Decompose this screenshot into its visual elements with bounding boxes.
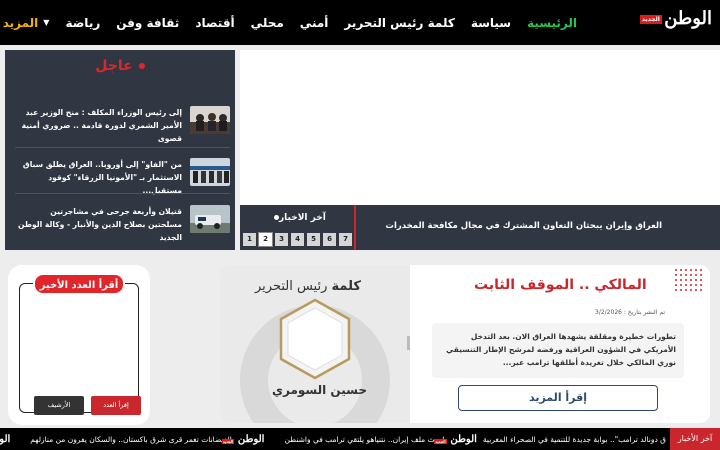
archive-button[interactable]: الأرشيف	[34, 396, 84, 415]
breaking-item[interactable]: إلى رئيس الوزراء المكلف : منح الوزير عبد…	[15, 106, 230, 143]
nav-item-security[interactable]: أمني	[292, 16, 337, 30]
dot-pattern-icon	[675, 269, 702, 291]
nav-item-home[interactable]: الرئيسية	[519, 16, 585, 30]
ticker-item[interactable]: ق دونالد ترامب".. بوابة جديدة للتنمية في…	[479, 435, 670, 444]
breaking-item[interactable]: من "الفاو" إلى أوروبا.. العراق يطلق سباق…	[15, 158, 230, 195]
ticker-logo-text: الوطن	[0, 433, 11, 445]
article-excerpt: تطورات خطيرة ومقلقة يشهدها العراق الان. …	[446, 332, 676, 367]
nav-item-politics[interactable]: سياسة	[463, 16, 519, 30]
bottom-news-ticker: آخر الأخبار ق دونالد ترامب".. بوابة جديد…	[0, 428, 720, 450]
logo-tag: الجديد	[221, 438, 235, 444]
logo-wordmark: الوطن	[664, 8, 712, 29]
top-navbar: الوطن الجديد الرئيسية سياسة كلمة رئيس ال…	[0, 0, 720, 45]
ticker-item[interactable]: لبحث ملف إيران.. نتنياهو يلتقي ترامب في …	[266, 435, 448, 444]
ticker-item[interactable]: الفيضانات تغمر قرى شرق باكستان.. والسكان…	[12, 435, 236, 444]
breaking-heading: عاجل	[5, 58, 235, 74]
latest-news-label-text: آخر الاخبار	[279, 213, 326, 223]
breaking-item-text: إلى رئيس الوزراء المكلف : منح الوزير عبد…	[21, 108, 182, 143]
editor-name: حسين السومري	[272, 383, 367, 397]
hero-slider[interactable]	[240, 50, 720, 205]
logo-tag: الجديد	[434, 438, 447, 444]
news-thumbnail-image	[190, 106, 230, 134]
ticker-logo: الوطن الجديد	[434, 433, 479, 445]
ticker-logo-text: الوطن	[237, 433, 265, 445]
ticker-logo: الوطن الجديد	[221, 433, 267, 445]
page-button-2[interactable]: 2	[258, 232, 273, 247]
news-thumbnail-image	[190, 205, 230, 233]
nav-item-local[interactable]: محلي	[243, 16, 292, 30]
latest-news-label: آخر الاخبار	[270, 213, 326, 223]
page-button-3[interactable]: 3	[275, 233, 288, 246]
breaking-title: عاجل	[95, 58, 133, 74]
nav-more-label: المزيد	[2, 15, 39, 30]
page-button-4[interactable]: 4	[291, 233, 304, 246]
ticker-logo-text: الوطن	[450, 433, 477, 445]
breaking-news-panel: عاجل إلى رئيس الوزراء المكلف : منح الوزي…	[5, 50, 235, 250]
ticker-row: ق دونالد ترامب".. بوابة جديدة للتنمية في…	[0, 428, 670, 450]
latest-news-bar: آخر الاخبار 1 2 3 4 5 6 7 العراق وإيران …	[240, 205, 720, 250]
latest-issue-card: أقرأ العدد الأخير إقرأ العدد الأرشيف	[8, 265, 150, 425]
ticker-logo: الوطن	[0, 434, 12, 445]
news-thumbnail-image	[190, 158, 230, 186]
editor-avatar-frame	[279, 298, 351, 380]
divider	[15, 147, 230, 148]
nav-item-economy[interactable]: أقتصاد	[187, 16, 242, 30]
nav-item-more[interactable]: المزيد ▼	[0, 16, 57, 30]
page-button-1[interactable]: 1	[243, 233, 256, 246]
ticker-track: ق دونالد ترامب".. بوابة جديدة للتنمية في…	[0, 428, 670, 450]
nav-item-sports[interactable]: رياضة	[57, 16, 108, 30]
page-button-7[interactable]: 7	[339, 233, 352, 246]
divider	[15, 193, 230, 194]
logo-tag: الجديد	[640, 15, 662, 24]
editor-section-heading: كلمة رئيس التحرير	[255, 279, 361, 294]
read-issue-button[interactable]: إقرأ العدد	[91, 396, 141, 415]
article-excerpt-box: تطورات خطيرة ومقلقة يشهدها العراق الان. …	[432, 323, 684, 378]
page-button-6[interactable]: 6	[323, 233, 336, 246]
chevron-down-icon: ▼	[43, 18, 50, 27]
nav-menu: الرئيسية سياسة كلمة رئيس التحرير أمني مح…	[0, 0, 585, 45]
nav-item-culture[interactable]: ثقافة وفن	[108, 16, 187, 30]
breaking-item[interactable]: قتيلان وأربعة جرحى في مشاجرتين مسلحتين ب…	[15, 205, 230, 242]
ticker-label: آخر الأخبار	[670, 428, 720, 450]
issue-cover-frame	[19, 283, 139, 413]
editor-heading-rest: رئيس التحرير	[255, 279, 332, 294]
nav-item-editor-word[interactable]: كلمة رئيس التحرير	[336, 16, 462, 30]
divider	[407, 336, 410, 350]
site-logo[interactable]: الوطن الجديد	[640, 8, 712, 36]
editor-heading-bold: كلمة	[331, 279, 361, 294]
live-dot-icon	[138, 63, 145, 69]
breaking-item-text: قتيلان وأربعة جرحى في مشاجرتين مسلحتين ب…	[18, 207, 182, 242]
page-button-5[interactable]: 5	[307, 233, 320, 246]
article-date: تم النشر بتاريخ : 3/2/2026	[595, 309, 665, 316]
divider	[354, 205, 356, 250]
latest-issue-title: أقرأ العدد الأخير	[33, 273, 125, 295]
article-title[interactable]: المالكي .. الموقف الثابت	[474, 277, 647, 293]
breaking-item-text: من "الفاو" إلى أوروبا.. العراق يطلق سباق…	[22, 160, 182, 195]
read-more-button[interactable]: إقرأ المزيد	[458, 385, 658, 411]
latest-headline-link[interactable]: العراق وإيران يبحثان التعاون المشترك في …	[385, 221, 662, 231]
slider-pagination: 1 2 3 4 5 6 7	[243, 232, 352, 247]
